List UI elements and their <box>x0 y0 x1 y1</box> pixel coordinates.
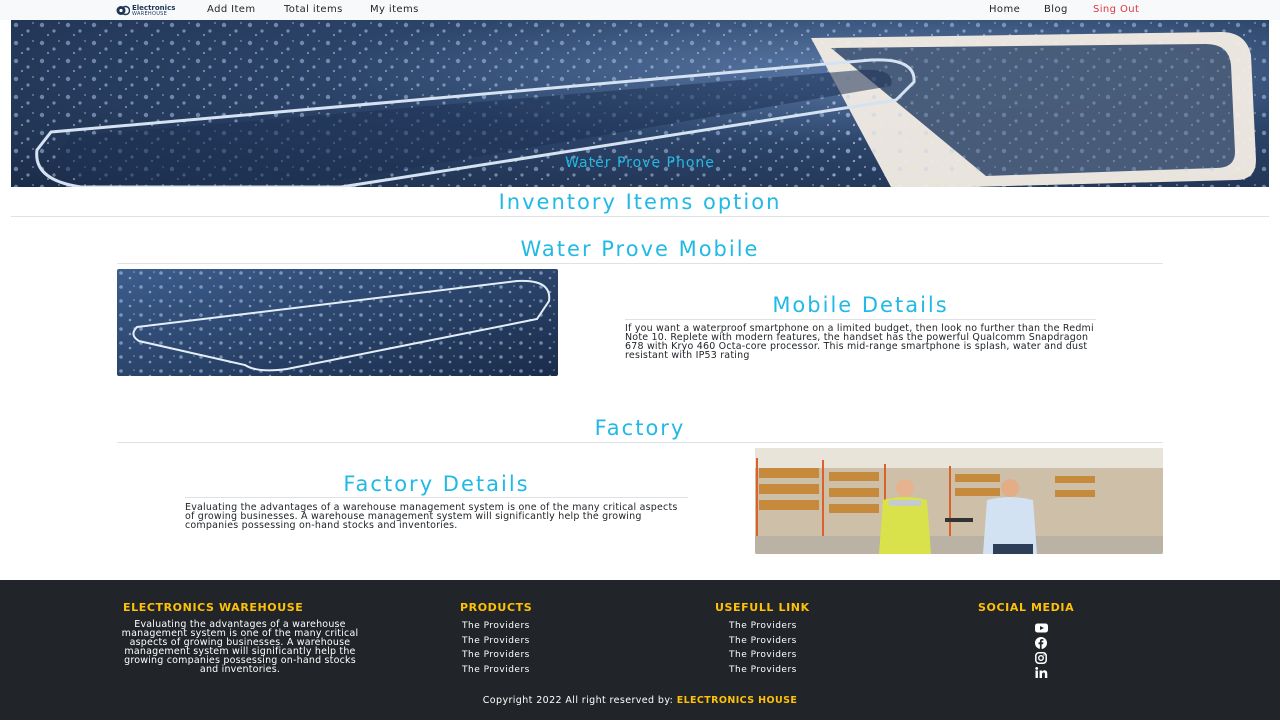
factory-section-divider <box>117 442 1163 443</box>
footer-product-link[interactable]: The Providers <box>462 663 530 678</box>
footer-useful-link[interactable]: The Providers <box>729 619 797 634</box>
youtube-icon[interactable] <box>1034 622 1048 633</box>
mobile-section-divider <box>117 263 1163 264</box>
mobile-details-text: If you want a waterproof smartphone on a… <box>625 323 1094 361</box>
site-footer: ELECTRONICS WAREHOUSE Evaluating the adv… <box>0 580 1280 720</box>
footer-useful-link[interactable]: The Providers <box>729 648 797 663</box>
footer-product-link[interactable]: The Providers <box>462 619 530 634</box>
mobile-details-heading: Mobile Details <box>772 293 949 317</box>
footer-links-heading: USEFULL LINK <box>715 601 810 614</box>
hero-caption: Water Prove Phone <box>565 155 715 171</box>
factory-details-text: Evaluating the advantages of a warehouse… <box>185 502 678 531</box>
footer-useful-link[interactable]: The Providers <box>729 634 797 649</box>
footer-products-heading: PRODUCTS <box>460 601 533 614</box>
linkedin-icon[interactable] <box>1034 667 1048 678</box>
nav-total-items[interactable]: Total items <box>284 4 343 16</box>
copyright-text: Copyright 2022 All right reserved by: <box>482 695 674 706</box>
footer-brand-heading: ELECTRONICS WAREHOUSE <box>123 601 304 614</box>
instagram-icon[interactable] <box>1034 651 1048 664</box>
footer-brand-text: Evaluating the advantages of a warehouse… <box>121 619 359 675</box>
mobile-section-heading: Water Prove Mobile <box>520 237 760 261</box>
mobile-details-divider <box>625 319 1096 320</box>
nav-blog[interactable]: Blog <box>1044 4 1068 16</box>
footer-links-list: The Providers The Providers The Provider… <box>729 619 797 677</box>
logo-line2: WAREHOUSE <box>132 10 168 17</box>
nav-sign-out[interactable]: Sing Out <box>1093 4 1139 16</box>
logo-icon <box>116 5 130 16</box>
factory-section-heading: Factory <box>594 416 686 440</box>
footer-useful-link[interactable]: The Providers <box>729 663 797 678</box>
copyright-brand: ELECTRONICS HOUSE <box>676 695 798 706</box>
nav-home[interactable]: Home <box>989 4 1020 16</box>
footer-products-list: The Providers The Providers The Provider… <box>462 619 530 677</box>
mobile-image <box>117 269 558 376</box>
inventory-divider <box>11 216 1269 217</box>
nav-my-items[interactable]: My items <box>370 4 419 16</box>
hero-carousel[interactable]: Water Prove Phone <box>11 20 1269 187</box>
inventory-heading: Inventory Items option <box>498 190 782 214</box>
facebook-icon[interactable] <box>1034 636 1048 649</box>
factory-details-heading: Factory Details <box>343 472 530 496</box>
footer-product-link[interactable]: The Providers <box>462 648 530 663</box>
factory-image <box>755 448 1163 554</box>
footer-copyright: Copyright 2022 All right reserved by: EL… <box>0 695 1280 706</box>
factory-details-divider <box>185 497 688 498</box>
footer-product-link[interactable]: The Providers <box>462 634 530 649</box>
top-navbar: Electronics WAREHOUSE Add Item Total ite… <box>0 0 1280 20</box>
site-logo[interactable]: Electronics WAREHOUSE <box>116 4 175 17</box>
social-icons <box>1030 622 1052 678</box>
nav-add-item[interactable]: Add Item <box>207 4 256 16</box>
footer-social-heading: SOCIAL MEDIA <box>978 601 1075 614</box>
